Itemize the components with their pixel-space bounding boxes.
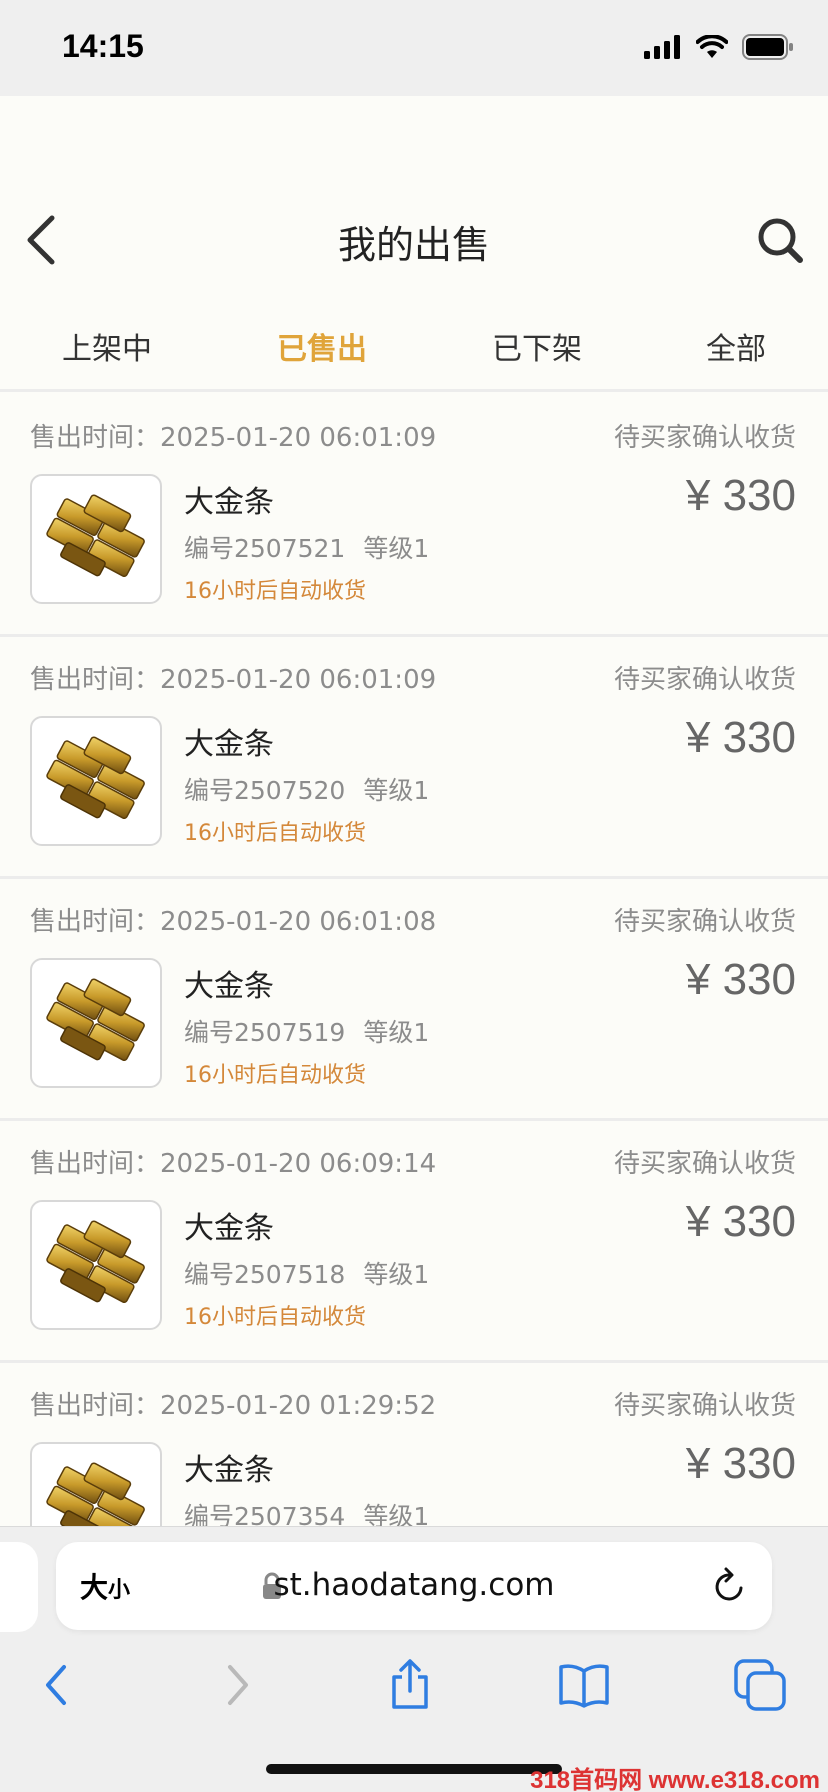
order-status: 待买家确认收货 — [613, 665, 796, 695]
sold-time: 售出时间：2025-01-20 06:01:09 — [30, 423, 437, 453]
browser-back-icon[interactable] — [30, 1657, 86, 1713]
reload-icon[interactable] — [712, 1566, 748, 1606]
sold-time: 售出时间：2025-01-20 01:29:52 — [30, 1391, 437, 1421]
price: ¥ 330 — [685, 1197, 796, 1246]
search-icon[interactable] — [754, 214, 806, 266]
item-name: 大金条 — [184, 1211, 274, 1246]
order-status: 待买家确认收货 — [613, 423, 796, 453]
price: ¥ 330 — [685, 471, 796, 520]
item-meta: 编号2507521 等级1 — [184, 534, 430, 563]
order-item[interactable]: 售出时间：2025-01-20 06:01:09 待买家确认收货 大金条 编号2… — [0, 395, 828, 637]
page-title: 我的出售 — [337, 223, 490, 267]
tab-bar: 上架中 已售出 已下架 全部 — [0, 310, 828, 392]
order-list: 售出时间：2025-01-20 06:01:09 待买家确认收货 大金条 编号2… — [0, 395, 828, 1605]
order-status: 待买家确认收货 — [613, 907, 796, 937]
item-name: 大金条 — [184, 727, 274, 762]
nav-header: 我的出售 — [0, 190, 828, 290]
auto-receive-note: 16小时后自动收货 — [184, 579, 366, 604]
sold-time: 售出时间：2025-01-20 06:01:09 — [30, 665, 437, 695]
item-thumbnail[interactable] — [30, 1200, 162, 1330]
order-item[interactable]: 售出时间：2025-01-20 06:01:08 待买家确认收货 大金条 编号2… — [0, 879, 828, 1121]
tab-sold[interactable]: 已售出 — [277, 324, 367, 368]
price: ¥ 330 — [685, 955, 796, 1004]
gold-bar-icon — [46, 494, 145, 578]
battery-icon — [742, 34, 793, 60]
address-bar[interactable]: 大小 st.haodatang.com — [56, 1542, 772, 1630]
order-status: 待买家确认收货 — [613, 1391, 796, 1421]
tab-delisted[interactable]: 已下架 — [492, 324, 582, 368]
item-meta: 编号2507518 等级1 — [184, 1260, 430, 1289]
item-name: 大金条 — [184, 485, 274, 520]
previous-tab-card[interactable] — [0, 1542, 38, 1632]
tab-all[interactable]: 全部 — [706, 324, 766, 368]
item-name: 大金条 — [184, 1453, 274, 1488]
auto-receive-note: 16小时后自动收货 — [184, 1305, 366, 1330]
auto-receive-note: 16小时后自动收货 — [184, 1063, 366, 1088]
bookmarks-icon[interactable] — [556, 1657, 612, 1713]
price: ¥ 330 — [685, 713, 796, 762]
browser-bar: 大小 st.haodatang.com — [0, 1526, 828, 1792]
tab-on-sale[interactable]: 上架中 — [62, 324, 152, 368]
item-meta: 编号2507519 等级1 — [184, 1018, 430, 1047]
url-text: st.haodatang.com — [273, 1567, 555, 1603]
watermark: 318首码网 www.e318.com — [530, 1767, 820, 1792]
item-name: 大金条 — [184, 969, 274, 1004]
order-item[interactable]: 售出时间：2025-01-20 06:01:09 待买家确认收货 大金条 编号2… — [0, 637, 828, 879]
price: ¥ 330 — [685, 1439, 796, 1488]
sold-time: 售出时间：2025-01-20 06:01:08 — [30, 907, 437, 937]
share-icon[interactable] — [382, 1657, 438, 1713]
wifi-icon — [696, 35, 728, 58]
auto-receive-note: 16小时后自动收货 — [184, 821, 366, 846]
status-time: 14:15 — [62, 28, 144, 64]
item-thumbnail[interactable] — [30, 716, 162, 846]
order-status: 待买家确认收货 — [613, 1149, 796, 1179]
order-item[interactable]: 售出时间：2025-01-20 06:09:14 待买家确认收货 大金条 编号2… — [0, 1121, 828, 1363]
browser-forward-icon[interactable] — [208, 1657, 264, 1713]
gold-bar-icon — [46, 978, 145, 1062]
home-indicator — [266, 1764, 562, 1774]
signal-icon — [644, 35, 680, 59]
item-meta: 编号2507520 等级1 — [184, 776, 430, 805]
gold-bar-icon — [46, 736, 145, 820]
tabs-icon[interactable] — [732, 1657, 788, 1713]
status-bar: 14:15 — [0, 0, 828, 96]
gold-bar-icon — [46, 1220, 145, 1304]
sold-time: 售出时间：2025-01-20 06:09:14 — [30, 1149, 437, 1179]
item-thumbnail[interactable] — [30, 958, 162, 1088]
status-icons — [644, 34, 794, 60]
item-thumbnail[interactable] — [30, 474, 162, 604]
